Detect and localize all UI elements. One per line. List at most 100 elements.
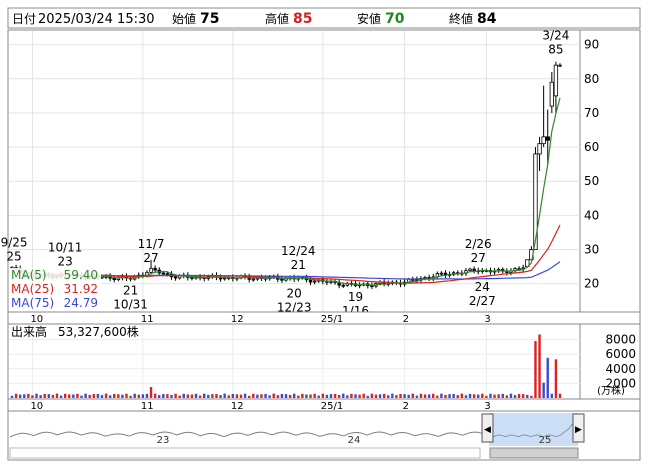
annotation-sub-label: 21 xyxy=(291,258,306,272)
volume-bar xyxy=(207,394,210,398)
open-value: 75 xyxy=(200,11,219,27)
candle-body xyxy=(439,272,444,275)
price-tick-label: 90 xyxy=(584,38,599,52)
price-tick-label: 20 xyxy=(584,277,599,291)
candle-body xyxy=(280,278,284,281)
range-navigator[interactable]: 23 24 25 ◀ ▶ xyxy=(7,410,641,461)
volume-bar xyxy=(456,395,459,398)
x-tick-label: 12 xyxy=(231,401,244,412)
volume-bar xyxy=(190,394,194,398)
ma25-label: MA(25) xyxy=(11,282,54,296)
low-value: 70 xyxy=(385,11,405,27)
volume-bar xyxy=(166,394,169,398)
volume-bar xyxy=(47,394,51,398)
x-tick-label: 2 xyxy=(403,401,409,412)
volume-tick-label: 8000 xyxy=(605,333,636,347)
volume-bar xyxy=(43,393,46,398)
x-tick-label: 11 xyxy=(141,314,154,325)
candle-body xyxy=(545,136,550,141)
volume-bar xyxy=(231,393,235,398)
navigator-label-25: 25 xyxy=(539,435,552,446)
volume-bar xyxy=(276,395,280,398)
volume-bar xyxy=(153,393,157,398)
annotation-label: 21 xyxy=(123,283,138,297)
volume-bar xyxy=(472,394,476,398)
volume-bar xyxy=(23,394,26,398)
volume-bar xyxy=(542,382,545,398)
volume-bar xyxy=(517,393,521,398)
volume-bar xyxy=(194,393,198,398)
volume-bar xyxy=(333,394,337,398)
annotation-label: 12/24 xyxy=(281,244,316,258)
x-tick-label: 3 xyxy=(484,314,490,325)
annotation-sub-label: 27 xyxy=(143,251,158,265)
price-tick-label: 60 xyxy=(584,140,599,154)
volume-bar xyxy=(448,394,451,398)
volume-bar xyxy=(370,393,374,398)
volume-bar xyxy=(129,395,132,398)
volume-bar xyxy=(534,341,537,398)
volume-bar xyxy=(133,393,136,398)
volume-bar xyxy=(51,394,55,398)
volume-bar xyxy=(325,394,329,398)
x-tick-label: 2 xyxy=(403,314,409,325)
candle-body xyxy=(370,285,374,288)
volume-bar xyxy=(260,394,263,398)
navigator-selection[interactable] xyxy=(489,413,578,446)
volume-bar xyxy=(489,393,492,398)
annotation-label: 19 xyxy=(348,290,363,304)
candle-body xyxy=(165,273,170,276)
volume-bar xyxy=(460,393,464,398)
volume-bar xyxy=(186,394,190,398)
volume-bar xyxy=(88,394,91,398)
volume-bar xyxy=(382,393,386,398)
volume-bar xyxy=(149,387,153,398)
candle-body xyxy=(112,277,116,281)
volume-bar xyxy=(509,393,513,398)
volume-bar xyxy=(444,394,447,398)
candle-body xyxy=(222,277,227,280)
volume-bar xyxy=(554,359,558,398)
volume-bar xyxy=(329,394,333,398)
volume-bar xyxy=(59,395,63,398)
volume-bar xyxy=(137,394,140,398)
volume-bar xyxy=(104,393,108,398)
low-label: 安値 xyxy=(357,11,381,26)
navigator-scroll-track[interactable] xyxy=(9,447,481,459)
annotation-label: 9/25 xyxy=(1,235,28,249)
annotation-sub-label: 85 xyxy=(548,43,563,57)
volume-bar xyxy=(182,393,185,398)
header-bar: 日付 2025/03/24 15:30 始値 75 高値 85 安値 70 終値… xyxy=(7,7,641,29)
volume-bar xyxy=(521,394,525,398)
x-tick-label: 25/1 xyxy=(321,314,343,325)
volume-bar xyxy=(178,395,181,398)
volume-bar xyxy=(378,394,382,398)
volume-bar xyxy=(538,334,541,398)
volume-bar xyxy=(346,395,349,398)
volume-bar xyxy=(170,394,173,398)
volume-bar xyxy=(252,393,255,398)
volume-bar xyxy=(485,395,488,398)
candle-body xyxy=(153,267,157,271)
volume-bar xyxy=(452,394,455,398)
candle-body xyxy=(190,277,194,279)
navigator-scroll-thumb[interactable] xyxy=(489,447,579,459)
volume-bar xyxy=(493,394,496,398)
volume-bar xyxy=(18,394,22,398)
volume-bar xyxy=(292,393,296,398)
volume-axis-ticks: 2000400060008000 xyxy=(605,333,636,391)
x-tick-label: 12 xyxy=(231,314,244,325)
volume-bar xyxy=(362,393,365,398)
navigator-right-arrow-icon: ▶ xyxy=(575,425,582,435)
price-tick-label: 30 xyxy=(584,243,599,257)
volume-bar xyxy=(227,395,230,398)
volume-bar xyxy=(407,394,410,398)
volume-bar xyxy=(374,394,378,398)
volume-bar xyxy=(366,395,369,398)
volume-bar xyxy=(174,393,177,398)
volume-bar xyxy=(497,394,500,398)
volume-bar xyxy=(309,394,312,398)
volume-bar xyxy=(477,394,480,398)
annotation-label: 3/24 xyxy=(542,29,569,43)
volume-bar xyxy=(92,394,95,398)
